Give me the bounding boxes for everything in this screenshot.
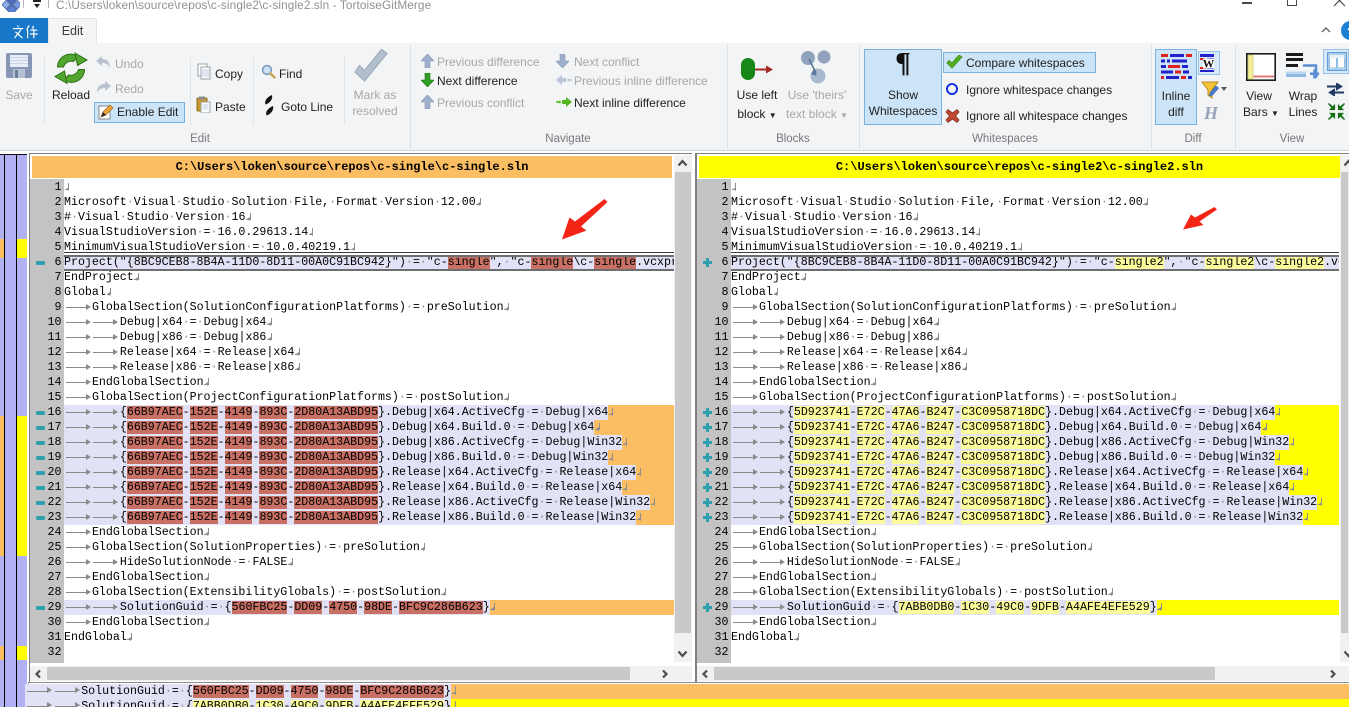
svg-text:W: W: [1203, 59, 1215, 71]
